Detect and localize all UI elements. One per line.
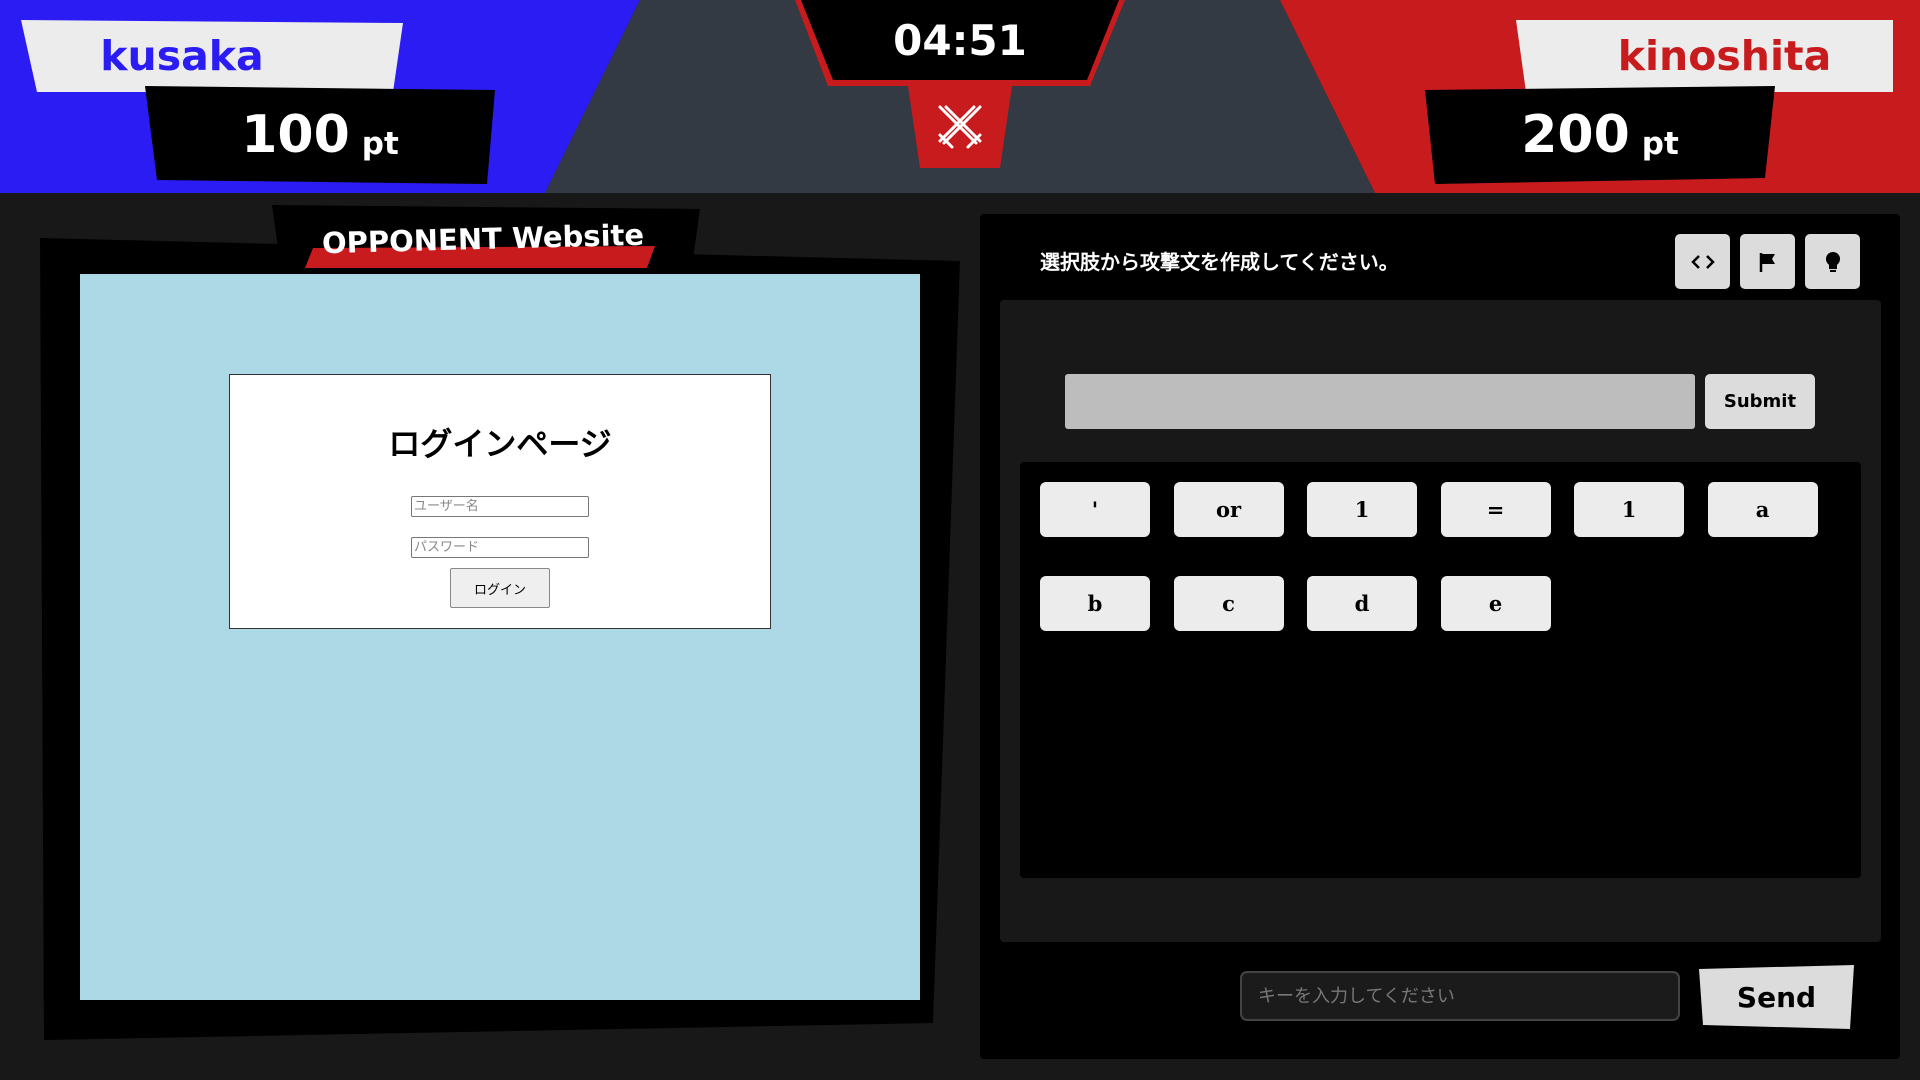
choice-button[interactable]: 1: [1307, 482, 1417, 537]
code-icon: [1690, 254, 1715, 269]
choice-button[interactable]: 1: [1574, 482, 1684, 537]
choice-button[interactable]: ': [1040, 482, 1150, 537]
player-left-score-unit: pt: [361, 126, 399, 162]
player-left-name: kusaka: [21, 20, 403, 92]
choice-button[interactable]: e: [1440, 576, 1551, 631]
choice-button[interactable]: =: [1440, 482, 1551, 537]
crossed-swords-icon: [938, 105, 982, 149]
lightbulb-icon: [1825, 251, 1840, 272]
flag-icon: [1759, 252, 1775, 272]
choice-button[interactable]: or: [1173, 482, 1284, 537]
player-left-score-value: 100: [241, 105, 350, 165]
attack-instruction: 選択肢から攻撃文を作成してください。: [1040, 250, 1399, 274]
login-button[interactable]: ログイン: [450, 568, 550, 608]
flag-button[interactable]: [1740, 234, 1795, 289]
player-left-score: 100 pt: [145, 86, 495, 184]
view-code-button[interactable]: [1675, 234, 1730, 289]
attack-string-field[interactable]: [1065, 374, 1695, 429]
choice-button[interactable]: c: [1173, 576, 1284, 631]
choice-button[interactable]: d: [1307, 576, 1417, 631]
login-page-title: ログインページ: [388, 425, 612, 463]
match-timer: 04:51: [801, 0, 1119, 80]
key-input[interactable]: [1240, 971, 1680, 1021]
submit-button[interactable]: Submit: [1705, 374, 1815, 429]
hint-button[interactable]: [1805, 234, 1860, 289]
player-right-score-unit: pt: [1641, 126, 1679, 162]
player-right-name: kinoshita: [1516, 20, 1893, 92]
login-form: ログインページ ログイン: [229, 374, 771, 629]
choice-button[interactable]: a: [1707, 482, 1818, 537]
username-input[interactable]: [411, 496, 589, 517]
player-right-score-value: 200: [1521, 105, 1630, 165]
vs-badge: [908, 86, 1012, 168]
player-right-score: 200 pt: [1425, 86, 1775, 184]
choice-button[interactable]: b: [1040, 576, 1150, 631]
send-button[interactable]: Send: [1699, 965, 1854, 1029]
password-input[interactable]: [411, 537, 589, 558]
